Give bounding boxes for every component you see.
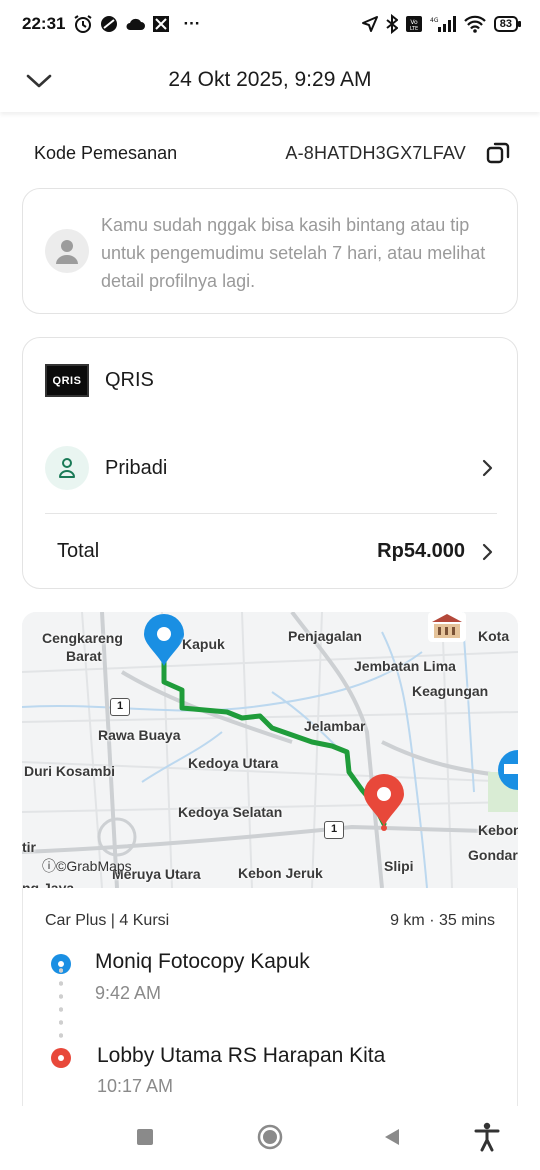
payment-method-label: QRIS	[105, 369, 154, 391]
wifi-icon	[463, 15, 486, 33]
qris-logo: QRIS	[45, 364, 89, 397]
signal-icon: 4G	[430, 16, 456, 32]
trip-details: Car Plus | 4 Kursi 9 km · 35 mins Moniq …	[22, 888, 518, 1106]
avatar	[45, 229, 89, 273]
map-label-jembatan-lima: Jembatan Lima	[354, 658, 456, 674]
recent-apps-icon[interactable]	[136, 1128, 154, 1146]
chevron-down-icon[interactable]	[24, 66, 54, 96]
location-icon	[361, 16, 378, 32]
map-label-keagungan: Keagungan	[412, 683, 489, 699]
booking-code-row: Kode Pemesanan A-8HATDH3GX7LFAV	[34, 140, 512, 166]
route-map[interactable]: Cengkareng Barat Kapuk Penjagalan Kota J…	[22, 612, 518, 888]
profile-icon-circle	[45, 446, 89, 490]
map-label-cengkareng: Cengkareng	[42, 630, 123, 646]
map-label-penjagalan: Penjagalan	[288, 628, 362, 644]
driver-info-card: Kamu sudah nggak bisa kasih bintang atau…	[22, 188, 518, 314]
page-title: 24 Okt 2025, 9:29 AM	[168, 68, 372, 91]
volte-icon: VoLTE	[405, 16, 422, 32]
divider	[45, 513, 497, 514]
road-shield: 1	[324, 821, 344, 839]
booking-code-label: Kode Pemesanan	[34, 142, 178, 163]
chevron-right-icon	[482, 459, 493, 477]
map-label-tir: tir	[22, 839, 36, 855]
map-label-gondar: Gondar	[468, 847, 518, 863]
trip-distance-duration: 9 km · 35 mins	[390, 912, 495, 929]
map-label-kedoya-utara: Kedoya Utara	[188, 755, 279, 771]
route-dotted-line	[59, 964, 63, 1040]
alarm-icon	[74, 15, 93, 33]
status-right-icons: Vo LTE 4G 83	[361, 14, 522, 34]
bluetooth-icon	[386, 14, 398, 34]
map-label-partial: ng Jaya	[22, 880, 75, 888]
system-navigation-bar	[0, 1106, 540, 1170]
map-label-kebon-jeruk: Kebon Jeruk	[238, 865, 323, 881]
pickup-name: Moniq Fotocopy Kapuk	[95, 950, 310, 973]
status-left-icons: ···	[73, 14, 200, 34]
map-label-duri-kosambi: Duri Kosambi	[24, 763, 116, 779]
cloud-icon	[126, 18, 146, 30]
map-label-kota: Kota	[478, 628, 510, 644]
person-icon	[59, 458, 75, 478]
vehicle-type: Car Plus | 4 Kursi	[45, 912, 170, 929]
status-time: 22:31	[22, 14, 66, 33]
more-notifications: ···	[183, 14, 201, 33]
profile-row[interactable]: Pribadi	[45, 446, 497, 490]
accessibility-icon[interactable]	[474, 1122, 500, 1152]
map-label-barat: Barat	[66, 648, 102, 664]
header: 24 Okt 2025, 9:29 AM	[0, 48, 540, 112]
user-icon	[56, 240, 78, 264]
status-bar: 22:31 ··· Vo LTE 4G 83	[0, 0, 540, 48]
chevron-right-icon	[482, 543, 493, 560]
total-value: Rp54.000	[377, 540, 465, 562]
map-label-slipi: Slipi	[384, 858, 414, 874]
copy-icon[interactable]	[486, 140, 512, 166]
map-attribution[interactable]: ⓘ©GrabMaps	[42, 856, 132, 876]
map-label-kapuk: Kapuk	[182, 636, 225, 652]
dropoff-time: 10:17 AM	[97, 1076, 174, 1096]
profile-label: Pribadi	[105, 456, 168, 479]
battery-indicator: 83	[493, 16, 522, 32]
total-label: Total	[57, 540, 100, 562]
svg-text:LTE: LTE	[410, 26, 418, 32]
pickup-time: 9:42 AM	[95, 983, 162, 1003]
map-label-rawa-buaya: Rawa Buaya	[98, 727, 181, 743]
svg-text:Vo: Vo	[410, 19, 418, 26]
dnd-icon	[101, 16, 118, 32]
map-label-kedoya-selatan: Kedoya Selatan	[178, 804, 283, 820]
booking-code-value: A-8HATDH3GX7LFAV	[285, 142, 466, 163]
app-notification-icon	[153, 16, 170, 32]
home-icon[interactable]	[257, 1124, 283, 1150]
payment-method-row: QRIS QRIS	[45, 364, 497, 397]
road-shield: 1	[110, 698, 130, 716]
map-label-kebon: Kebon	[478, 822, 518, 838]
payment-card: QRIS QRIS Pribadi Total Rp54.000	[22, 337, 518, 589]
dropoff-name: Lobby Utama RS Harapan Kita	[97, 1044, 386, 1067]
map-label-jelambar: Jelambar	[304, 718, 366, 734]
total-row[interactable]: Total Rp54.000	[57, 540, 497, 563]
driver-info-message: Kamu sudah nggak bisa kasih bintang atau…	[101, 215, 486, 291]
back-icon[interactable]	[383, 1128, 401, 1146]
dropoff-dot-icon	[51, 1048, 71, 1068]
svg-text:4G: 4G	[430, 17, 439, 24]
